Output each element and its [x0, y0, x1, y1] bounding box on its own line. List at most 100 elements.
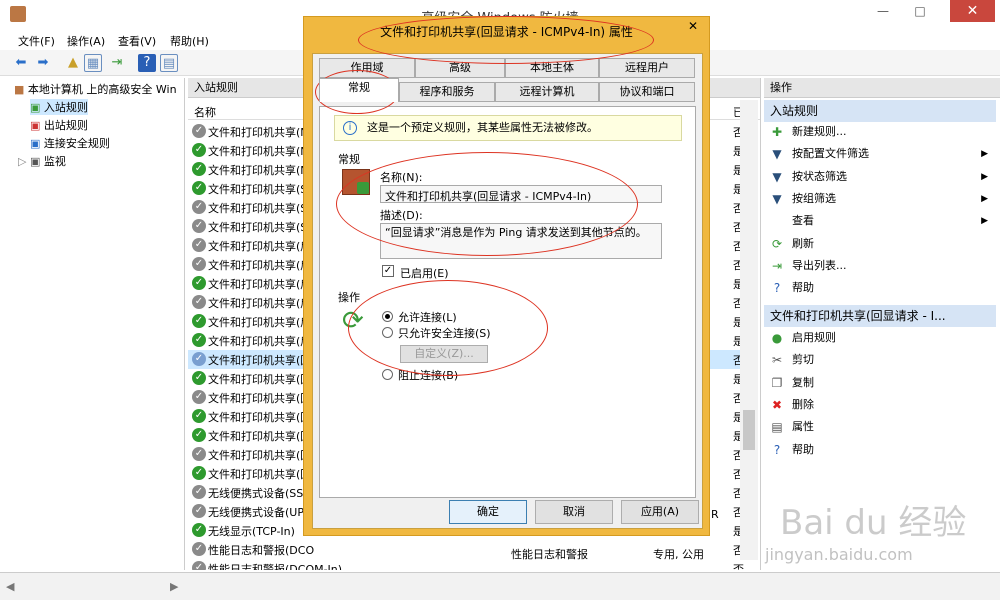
tree-item-inbound[interactable]: ▣ 入站规则: [30, 99, 88, 115]
menu-file[interactable]: 文件(F): [18, 33, 55, 49]
tree-item-outbound[interactable]: ▣ 出站规则: [30, 117, 88, 133]
rule-disabled-icon: ✓: [192, 238, 206, 252]
rule-name: 性能日志和警报(DCO: [208, 544, 315, 557]
block-connection-radio[interactable]: [382, 369, 393, 380]
rule-disabled-icon: ✓: [192, 295, 206, 309]
action-item[interactable]: ▤ 属性: [768, 417, 992, 437]
action-item[interactable]: ● 启用规则: [768, 328, 992, 348]
info-text: 这是一个预定义规则，其某些属性无法被修改。: [367, 121, 598, 134]
action-item[interactable]: ? 帮助: [768, 278, 992, 298]
action-item[interactable]: ❐ 复制: [768, 373, 992, 393]
tree-item-label: 连接安全规则: [43, 137, 110, 150]
expand-arrow-icon: ▷: [18, 155, 27, 168]
tree-root[interactable]: ■ 本地计算机 上的高级安全 Win: [14, 81, 177, 97]
tab-general[interactable]: 常规: [319, 78, 399, 102]
rule-name: 文件和打印机共享(后: [208, 316, 312, 329]
rule-name: 文件和打印机共享(后: [208, 297, 312, 310]
rule-name: 文件和打印机共享(后: [208, 240, 312, 253]
menu-action[interactable]: 操作(A): [67, 33, 105, 49]
maximize-button[interactable]: □: [912, 4, 928, 20]
rule-name: 性能日志和警报(DCOM-In): [208, 563, 343, 570]
action-item[interactable]: 查看 ▶: [768, 211, 992, 231]
tree-item-label: 出站规则: [43, 119, 88, 132]
info-banner: i 这是一个预定义规则，其某些属性无法被修改。: [334, 115, 682, 141]
action-label: 刷新: [792, 236, 814, 250]
back-icon[interactable]: ⬅: [12, 54, 30, 72]
action-item[interactable]: ▼ 按组筛选 ▶: [768, 189, 992, 209]
help-icon[interactable]: ?: [138, 54, 156, 72]
show-tree-icon[interactable]: ▦: [84, 54, 102, 72]
rule-disabled-icon: ✓: [192, 257, 206, 271]
properties-dialog: 文件和打印机共享(回显请求 - ICMPv4-In) 属性 ✕ 作用域 高级 本…: [303, 16, 710, 536]
list-scrollbar[interactable]: [740, 100, 758, 560]
bottom-scrollbar[interactable]: ◀ ▶: [0, 572, 1000, 600]
submenu-arrow-icon: ▶: [981, 171, 988, 182]
inbound-icon: ▣: [30, 101, 41, 114]
rule-name: 文件和打印机共享(后: [208, 335, 312, 348]
action-item[interactable]: ? 帮助: [768, 440, 992, 460]
rule-enabled-icon: ✓: [192, 181, 206, 195]
monitor-icon: ▣: [29, 155, 41, 168]
action-item[interactable]: ✖ 删除: [768, 395, 992, 415]
filter-icon: ▼: [772, 147, 782, 162]
dialog-close-button[interactable]: ✕: [682, 19, 704, 37]
forward-icon[interactable]: ➡: [34, 54, 52, 72]
copy-icon: ❐: [771, 375, 783, 390]
menu-help[interactable]: 帮助(H): [170, 33, 209, 49]
export-icon: ⇥: [771, 258, 783, 273]
firewall-icon: ■: [14, 83, 25, 96]
rule-name: 文件和打印机共享(N: [208, 164, 309, 177]
rule-name: 无线显示(TCP-In): [208, 525, 295, 538]
submenu-arrow-icon: ▶: [981, 216, 988, 227]
ok-button[interactable]: 确定: [449, 500, 527, 524]
tab-protocols[interactable]: 协议和端口: [599, 82, 695, 102]
action-item[interactable]: ▼ 按配置文件筛选 ▶: [768, 144, 992, 164]
col-name[interactable]: 名称: [194, 104, 216, 120]
new-rule-icon: ✚: [771, 125, 783, 139]
rule-name: 文件和打印机共享(回: [208, 354, 312, 367]
annotation-oval: [358, 16, 654, 64]
enabled-label: 已启用(E): [400, 267, 449, 280]
tree-item-monitor[interactable]: ▷ ▣ 监视: [18, 153, 66, 169]
action-item[interactable]: ✚ 新建规则...: [768, 122, 992, 142]
filter-icon: ▼: [772, 191, 782, 206]
outbound-icon: ▣: [30, 119, 41, 132]
minimize-button[interactable]: —: [875, 4, 891, 20]
action-pane-icon[interactable]: ▤: [160, 54, 178, 72]
tab-programs[interactable]: 程序和服务: [399, 82, 495, 102]
scroll-thumb[interactable]: [743, 410, 755, 450]
cancel-button[interactable]: 取消: [535, 500, 613, 524]
action-label: 属性: [792, 420, 814, 434]
action-label: 查看: [792, 214, 814, 228]
action-label: 按状态筛选: [792, 169, 847, 183]
action-item[interactable]: ✂ 剪切: [768, 350, 992, 370]
export-icon[interactable]: ⇥: [108, 54, 126, 72]
rule-name: 文件和打印机共享(回: [208, 468, 312, 481]
tab-remote-computers[interactable]: 远程计算机: [495, 82, 599, 102]
tab-remote-users[interactable]: 远程用户: [599, 58, 695, 78]
scroll-right-icon[interactable]: ▶: [170, 580, 178, 593]
menu-view[interactable]: 查看(V): [118, 33, 156, 49]
rule-name: 文件和打印机共享(回: [208, 392, 312, 405]
up-folder-icon[interactable]: ▲: [64, 54, 82, 72]
rule-name: 文件和打印机共享(N: [208, 126, 309, 139]
apply-button[interactable]: 应用(A): [621, 500, 699, 524]
actions-section-inbound[interactable]: 入站规则: [764, 100, 996, 122]
rule-enabled-icon: ✓: [192, 162, 206, 176]
refresh-icon: ⟳: [771, 236, 783, 251]
action-label: 帮助: [792, 442, 814, 456]
cut-icon: ✂: [771, 353, 783, 368]
help-icon: ?: [773, 442, 781, 457]
rule-disabled-icon: ✓: [192, 352, 206, 366]
partial-r: R: [711, 508, 719, 521]
enabled-checkbox[interactable]: ✓: [382, 265, 394, 277]
close-button[interactable]: ✕: [950, 0, 995, 22]
rule-name: 文件和打印机共享(后: [208, 259, 312, 272]
rule-name: 文件和打印机共享(回: [208, 449, 312, 462]
action-item[interactable]: ⟳ 刷新: [768, 234, 992, 254]
tree-item-connection-security[interactable]: ▣ 连接安全规则: [30, 135, 110, 151]
action-item[interactable]: ▼ 按状态筛选 ▶: [768, 167, 992, 187]
actions-section-rule[interactable]: 文件和打印机共享(回显请求 - I...: [764, 305, 996, 327]
scroll-left-icon[interactable]: ◀: [6, 580, 14, 593]
action-item[interactable]: ⇥ 导出列表...: [768, 256, 992, 276]
